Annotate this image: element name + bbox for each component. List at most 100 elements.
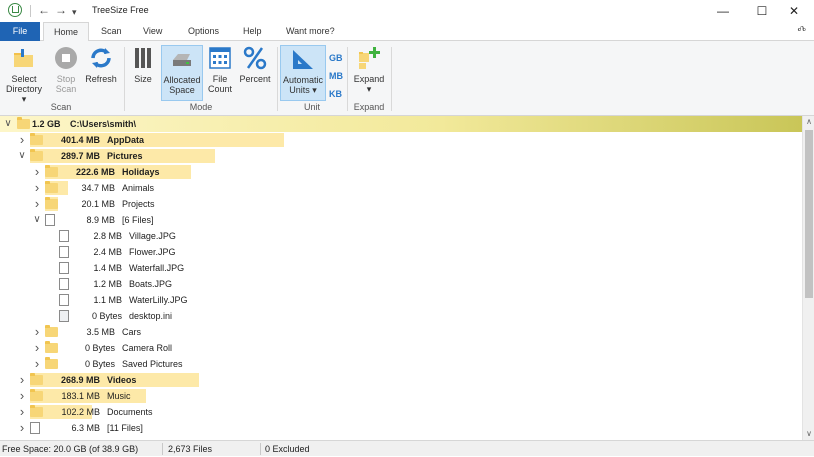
unit-kb-button[interactable]: KB [329, 85, 343, 103]
collapse-root-icon[interactable]: ∨ [3, 116, 13, 132]
tab-file[interactable]: File [0, 22, 40, 41]
file-count-button[interactable]: File Count [205, 45, 235, 101]
tree-row[interactable]: 1.4 MB Waterfall.JPG [0, 260, 802, 276]
expand-chevron-icon[interactable]: › [32, 324, 42, 340]
item-name: Pictures [107, 151, 143, 161]
item-name: AppData [107, 135, 145, 145]
customize-quick-access-icon[interactable]: ▾ [72, 5, 77, 19]
back-icon[interactable]: ← [38, 3, 50, 17]
select-directory-button[interactable]: Select Directory ▾ [3, 45, 45, 104]
collapse-chevron-icon[interactable]: ∨ [32, 212, 42, 228]
automatic-units-button[interactable]: Automatic Units ▾ [280, 45, 326, 101]
scroll-thumb[interactable] [805, 130, 813, 298]
close-button[interactable]: ✕ [774, 0, 814, 22]
group-separator [277, 47, 278, 111]
expand-dropdown-icon: ▾ [366, 84, 372, 94]
tree-row[interactable]: › 0 Bytes Camera Roll [0, 340, 802, 356]
ribbon-tabs: File Home Scan View Options Help Want mo… [0, 22, 814, 42]
percent-icon [242, 45, 268, 71]
expand-chevron-icon[interactable]: › [17, 372, 27, 388]
tab-home[interactable]: Home [43, 22, 90, 42]
item-size: 6.3 MB [71, 423, 100, 433]
scroll-down-icon[interactable]: ∨ [803, 428, 814, 440]
refresh-button[interactable]: Refresh [84, 45, 118, 101]
tree-row[interactable]: › 0 Bytes Saved Pictures [0, 356, 802, 372]
vertical-scrollbar[interactable]: ∧ ∨ [802, 116, 814, 440]
forward-icon[interactable]: → [55, 3, 67, 17]
item-name: Saved Pictures [122, 359, 183, 369]
expand-chevron-icon[interactable]: › [17, 404, 27, 420]
item-name: Music [107, 391, 131, 401]
tree-row[interactable]: › 222.6 MB Holidays [0, 164, 802, 180]
expand-chevron-icon[interactable]: › [32, 196, 42, 212]
treesize-app-icon[interactable] [8, 3, 22, 17]
group-separator [391, 47, 392, 111]
tab-help[interactable]: Help [233, 22, 272, 41]
item-name: Projects [122, 199, 155, 209]
tree-row-root[interactable]: ∨ 1.2 GB C:\Users\smith\ [0, 116, 802, 132]
tab-options[interactable]: Options [178, 22, 229, 41]
tab-view[interactable]: View [133, 22, 172, 41]
unit-options: GB MB KB [329, 49, 343, 103]
scroll-up-icon[interactable]: ∧ [803, 116, 814, 128]
item-size: 0 Bytes [84, 343, 115, 353]
group-separator [347, 47, 348, 111]
expand-chevron-icon[interactable]: › [32, 340, 42, 356]
expand-button[interactable]: Expand ▾ [351, 45, 387, 101]
tree-row[interactable]: › 401.4 MB AppData [0, 132, 802, 148]
expand-chevron-icon[interactable]: › [32, 164, 42, 180]
expand-chevron-icon[interactable]: › [32, 356, 42, 372]
stop-scan-button[interactable]: Stop Scan [49, 45, 83, 101]
group-label-unit: Unit [303, 102, 320, 112]
tree-row[interactable]: 1.2 MB Boats.JPG [0, 276, 802, 292]
status-free-space: Free Space: 20.0 GB (of 38.9 GB) [2, 444, 139, 454]
tree-row[interactable]: › 268.9 MB Videos [0, 372, 802, 388]
item-size: 20.1 MB [81, 199, 115, 209]
tree-row[interactable]: › 183.1 MB Music [0, 388, 802, 404]
unit-gb-button[interactable]: GB [329, 49, 343, 67]
tab-want-more[interactable]: Want more? [276, 22, 345, 41]
status-bar: Free Space: 20.0 GB (of 38.9 GB) 2,673 F… [0, 440, 814, 456]
tree-row[interactable]: › 3.5 MB Cars [0, 324, 802, 340]
tree-row[interactable]: › 20.1 MB Projects [0, 196, 802, 212]
collapse-ribbon-icon[interactable]: Ⰴ [797, 25, 806, 36]
ribbon: Select Directory ▾ Stop Scan Refresh Sca… [0, 41, 814, 116]
stop-icon [53, 45, 79, 71]
tree-row[interactable]: 0 Bytes desktop.ini [0, 308, 802, 324]
status-separator [162, 443, 163, 455]
collapse-chevron-icon[interactable]: ∨ [17, 148, 27, 164]
tree-row[interactable]: 2.8 MB Village.JPG [0, 228, 802, 244]
tree-row[interactable]: › 34.7 MB Animals [0, 180, 802, 196]
tree-row[interactable]: › 102.2 MB Documents [0, 404, 802, 420]
tree-row[interactable]: ∨ 289.7 MB Pictures [0, 148, 802, 164]
group-label-scan: Scan [50, 102, 72, 112]
unit-mb-button[interactable]: MB [329, 67, 343, 85]
item-size: 8.9 MB [86, 215, 115, 225]
allocated-space-button[interactable]: Allocated Space [161, 45, 203, 101]
item-size: 2.4 MB [93, 247, 122, 257]
expand-chevron-icon[interactable]: › [17, 388, 27, 404]
item-name: Flower.JPG [129, 247, 176, 257]
size-mode-button[interactable]: Size [128, 45, 158, 101]
tree-row[interactable]: 2.4 MB Flower.JPG [0, 244, 802, 260]
item-size: 102.2 MB [61, 407, 100, 417]
expand-plus-icon [356, 45, 382, 71]
tree-row[interactable]: › 6.3 MB [11 Files] [0, 420, 802, 436]
minimize-button[interactable]: — [703, 0, 743, 22]
expand-chevron-icon[interactable]: › [17, 132, 27, 148]
stop-scan-label-2: Scan [55, 84, 77, 94]
refresh-icon [88, 45, 114, 71]
item-name: [11 Files] [107, 423, 143, 433]
tab-scan[interactable]: Scan [91, 22, 132, 41]
item-name: Holidays [122, 167, 160, 177]
expand-chevron-icon[interactable]: › [32, 180, 42, 196]
expand-chevron-icon[interactable]: › [17, 420, 27, 436]
item-name: Animals [122, 183, 155, 193]
percent-button[interactable]: Percent [237, 45, 273, 101]
item-size: 1.4 MB [93, 263, 122, 273]
tree-row[interactable]: 1.1 MB WaterLilly.JPG [0, 292, 802, 308]
automatic-units-label-2: Units ▾ [289, 85, 317, 95]
directory-tree[interactable]: ∨ 1.2 GB C:\Users\smith\ › 401.4 MB AppDat… [0, 116, 802, 440]
root-path: C:\Users\smith\ [70, 119, 137, 129]
tree-row[interactable]: ∨ 8.9 MB [6 Files] [0, 212, 802, 228]
